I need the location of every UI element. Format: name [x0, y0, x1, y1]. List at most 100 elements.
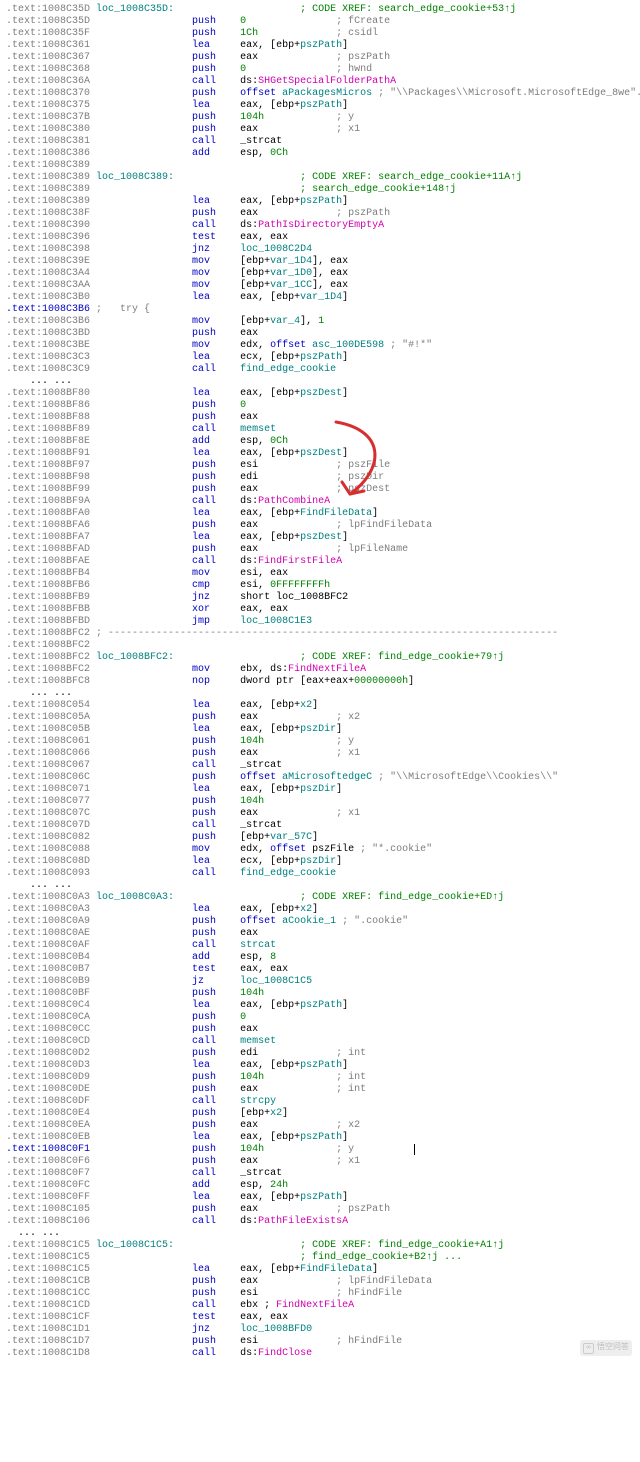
disasm-line: .text:1008C0D3 lea eax, [ebp+pszPath] — [6, 1060, 634, 1072]
disasm-line: .text:1008C0D9 push 104h ; int — [6, 1072, 634, 1084]
disasm-line: .text:1008C3BD push eax — [6, 328, 634, 340]
disasm-line: .text:1008BFB9 jnz short loc_1008BFC2 — [6, 592, 634, 604]
disasm-line: .text:1008C1D1 jnz loc_1008BFD0 — [6, 1324, 634, 1336]
ellipsis: ... ... — [6, 376, 634, 388]
disasm-line: .text:1008C0FF lea eax, [ebp+pszPath] — [6, 1192, 634, 1204]
disasm-line: .text:1008C370 push offset aPackagesMicr… — [6, 88, 634, 100]
disasm-line: .text:1008C3C9 call find_edge_cookie — [6, 364, 634, 376]
disasm-line: .text:1008C37B push 104h ; y — [6, 112, 634, 124]
disasm-line: .text:1008C082 push [ebp+var_57C] — [6, 832, 634, 844]
disasm-line: .text:1008BFAD push eax ; lpFileName — [6, 544, 634, 556]
disasm-line: .text:1008C0AE push eax — [6, 928, 634, 940]
disasm-line: .text:1008C0DE push eax ; int — [6, 1084, 634, 1096]
disasm-line: .text:1008BFA7 lea eax, [ebp+pszDest] — [6, 532, 634, 544]
disasm-line: .text:1008C361 lea eax, [ebp+pszPath] — [6, 40, 634, 52]
disasm-line: .text:1008C05B lea eax, [ebp+pszDir] — [6, 724, 634, 736]
disasm-line: .text:1008C0F6 push eax ; x1 — [6, 1156, 634, 1168]
disasm-line: .text:1008C07D call _strcat — [6, 820, 634, 832]
disasm-line: .text:1008BFA0 lea eax, [ebp+FindFileDat… — [6, 508, 634, 520]
disasm-line: .text:1008BF88 push eax — [6, 412, 634, 424]
disasm-line: .text:1008C067 call _strcat — [6, 760, 634, 772]
disasm-line: .text:1008C0A3 lea eax, [ebp+x2] — [6, 904, 634, 916]
disasm-line: .text:1008C389 — [6, 160, 634, 172]
disasm-line: .text:1008C1C5 lea eax, [ebp+FindFileDat… — [6, 1264, 634, 1276]
disasm-line: .text:1008C35D push 0 ; fCreate — [6, 16, 634, 28]
disasm-line: .text:1008C381 call _strcat — [6, 136, 634, 148]
disasm-line: .text:1008C0FC add esp, 24h — [6, 1180, 634, 1192]
ellipsis: ... ... — [6, 880, 634, 892]
disasm-line: .text:1008C389 ; search_edge_cookie+148↑… — [6, 184, 634, 196]
disasm-line: .text:1008C054 lea eax, [ebp+x2] — [6, 700, 634, 712]
disasm-line: .text:1008C3B6 mov [ebp+var_4], 1 — [6, 316, 634, 328]
disasm-line: .text:1008C0CD call memset — [6, 1036, 634, 1048]
disasm-line: .text:1008C0A3 loc_1008C0A3: ; CODE XREF… — [6, 892, 634, 904]
disasm-line: .text:1008C0D2 push edi ; int — [6, 1048, 634, 1060]
disasm-line: .text:1008C0B4 add esp, 8 — [6, 952, 634, 964]
disasm-line: .text:1008C071 lea eax, [ebp+pszDir] — [6, 784, 634, 796]
ellipsis: ... ... — [6, 1228, 634, 1240]
disasm-line: .text:1008C380 push eax ; x1 — [6, 124, 634, 136]
disasm-line: .text:1008BF89 call memset — [6, 424, 634, 436]
disasm-line: .text:1008C0B7 test eax, eax — [6, 964, 634, 976]
disasm-line: .text:1008C06C push offset aMicrosoftedg… — [6, 772, 634, 784]
disasm-line: .text:1008C05A push eax ; x2 — [6, 712, 634, 724]
disasm-line: .text:1008C106 call ds:PathFileExistsA — [6, 1216, 634, 1228]
disasm-line: .text:1008C0CC push eax — [6, 1024, 634, 1036]
disasm-line: .text:1008C093 call find_edge_cookie — [6, 868, 634, 880]
disasm-line: .text:1008C1C5 ; find_edge_cookie+B2↑j .… — [6, 1252, 634, 1264]
disasm-line: .text:1008C1CB push eax ; lpFindFileData — [6, 1276, 634, 1288]
disasm-line: .text:1008C398 jnz loc_1008C2D4 — [6, 244, 634, 256]
disasm-line: .text:1008C389 loc_1008C389: ; CODE XREF… — [6, 172, 634, 184]
disasm-line: .text:1008BFC2 loc_1008BFC2: ; CODE XREF… — [6, 652, 634, 664]
disasm-line: .text:1008BF99 push eax ; pszDest — [6, 484, 634, 496]
disasm-line: .text:1008BF9A call ds:PathCombineA — [6, 496, 634, 508]
disasm-line: .text:1008C0A9 push offset aCookie_1 ; "… — [6, 916, 634, 928]
disasm-line: .text:1008BFC2 mov ebx, ds:FindNextFileA — [6, 664, 634, 676]
disasm-line: .text:1008C386 add esp, 0Ch — [6, 148, 634, 160]
disasm-line: .text:1008BF97 push esi ; pszFile — [6, 460, 634, 472]
disasm-line: .text:1008C07C push eax ; x1 — [6, 808, 634, 820]
disasm-line: .text:1008C088 mov edx, offset pszFile ;… — [6, 844, 634, 856]
disasm-line: .text:1008C367 push eax ; pszPath — [6, 52, 634, 64]
disasm-line: .text:1008BF8E add esp, 0Ch — [6, 436, 634, 448]
disasm-line: .text:1008C1D8 call ds:FindClose — [6, 1348, 634, 1360]
disasm-line: .text:1008C0EB lea eax, [ebp+pszPath] — [6, 1132, 634, 1144]
disasm-line: .text:1008C0B9 jz loc_1008C1C5 — [6, 976, 634, 988]
disasm-line: .text:1008C1CC push esi ; hFindFile — [6, 1288, 634, 1300]
disasm-line: .text:1008C35D loc_1008C35D: ; CODE XREF… — [6, 4, 634, 16]
watermark: ∞悟空问答 — [580, 1340, 632, 1356]
disasm-line: .text:1008BFB4 mov esi, eax — [6, 568, 634, 580]
disasm-line: .text:1008BFB6 cmp esi, 0FFFFFFFFh — [6, 580, 634, 592]
disasm-line: .text:1008C3AA mov [ebp+var_1CC], eax — [6, 280, 634, 292]
ida-disassembly-listing: .text:1008C35D loc_1008C35D: ; CODE XREF… — [6, 4, 634, 1360]
disasm-line: .text:1008BFBB xor eax, eax — [6, 604, 634, 616]
disasm-line: .text:1008C35F push 1Ch ; csidl — [6, 28, 634, 40]
disasm-line: .text:1008C3A4 mov [ebp+var_1D0], eax — [6, 268, 634, 280]
disasm-line: .text:1008C38F push eax ; pszPath — [6, 208, 634, 220]
disasm-line: .text:1008C1CD call ebx ; FindNextFileA — [6, 1300, 634, 1312]
disasm-line: .text:1008C3B0 lea eax, [ebp+var_1D4] — [6, 292, 634, 304]
disasm-line: .text:1008C375 lea eax, [ebp+pszPath] — [6, 100, 634, 112]
disasm-line: .text:1008C1C5 loc_1008C1C5: ; CODE XREF… — [6, 1240, 634, 1252]
ellipsis: ... ... — [6, 688, 634, 700]
disasm-line: .text:1008BFC2 — [6, 640, 634, 652]
disasm-line: .text:1008C077 push 104h — [6, 796, 634, 808]
disasm-line: .text:1008C3BE mov edx, offset asc_100DE… — [6, 340, 634, 352]
disasm-line: .text:1008C3C3 lea ecx, [ebp+pszPath] — [6, 352, 634, 364]
disasm-line: .text:1008C396 test eax, eax — [6, 232, 634, 244]
disasm-line: .text:1008C0EA push eax ; x2 — [6, 1120, 634, 1132]
disasm-line: .text:1008C390 call ds:PathIsDirectoryEm… — [6, 220, 634, 232]
disasm-line: .text:1008C0F1 push 104h ; y — [6, 1144, 634, 1156]
disasm-line: .text:1008C08D lea ecx, [ebp+pszDir] — [6, 856, 634, 868]
disasm-line: .text:1008C0CA push 0 — [6, 1012, 634, 1024]
disasm-line: .text:1008BFAE call ds:FindFirstFileA — [6, 556, 634, 568]
disasm-line: .text:1008C061 push 104h ; y — [6, 736, 634, 748]
disasm-line: .text:1008BF98 push edi ; pszDir — [6, 472, 634, 484]
disasm-line: .text:1008C105 push eax ; pszPath — [6, 1204, 634, 1216]
disasm-line: .text:1008BF80 lea eax, [ebp+pszDest] — [6, 388, 634, 400]
disasm-line: .text:1008BFA6 push eax ; lpFindFileData — [6, 520, 634, 532]
disasm-line: .text:1008C389 lea eax, [ebp+pszPath] — [6, 196, 634, 208]
red-arrow-icon — [328, 416, 398, 506]
disasm-line: .text:1008BFBD jmp loc_1008C1E3 — [6, 616, 634, 628]
disasm-line: .text:1008C0C4 lea eax, [ebp+pszPath] — [6, 1000, 634, 1012]
